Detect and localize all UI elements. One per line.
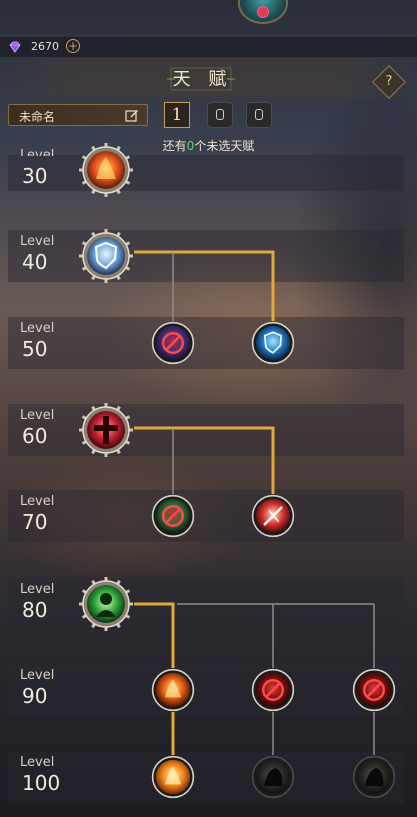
blocked-poison-icon[interactable] [151, 494, 195, 538]
shield-sword-icon[interactable] [79, 229, 133, 283]
shadow-beast-icon[interactable] [251, 755, 295, 799]
fire-burst-icon[interactable] [79, 143, 133, 197]
flower-blast-icon[interactable] [151, 755, 195, 799]
talent-tree: Level 30 Level 40 Level 50 Level 60 Level 70 Level… [0, 0, 417, 817]
fire-phoenix-icon[interactable] [151, 668, 195, 712]
green-warrior-icon[interactable] [79, 577, 133, 631]
blocked-red-icon[interactable] [251, 668, 295, 712]
path-active [134, 602, 175, 668]
blocked-ring-icon[interactable] [151, 321, 195, 365]
path-active [134, 426, 275, 494]
red-cross-icon[interactable] [79, 403, 133, 457]
blocked-red-icon[interactable] [352, 668, 396, 712]
broken-sword-icon[interactable] [251, 494, 295, 538]
path-active [134, 250, 275, 321]
shield-heart-icon[interactable] [251, 321, 295, 365]
shadow-wolf-icon[interactable] [352, 755, 396, 799]
